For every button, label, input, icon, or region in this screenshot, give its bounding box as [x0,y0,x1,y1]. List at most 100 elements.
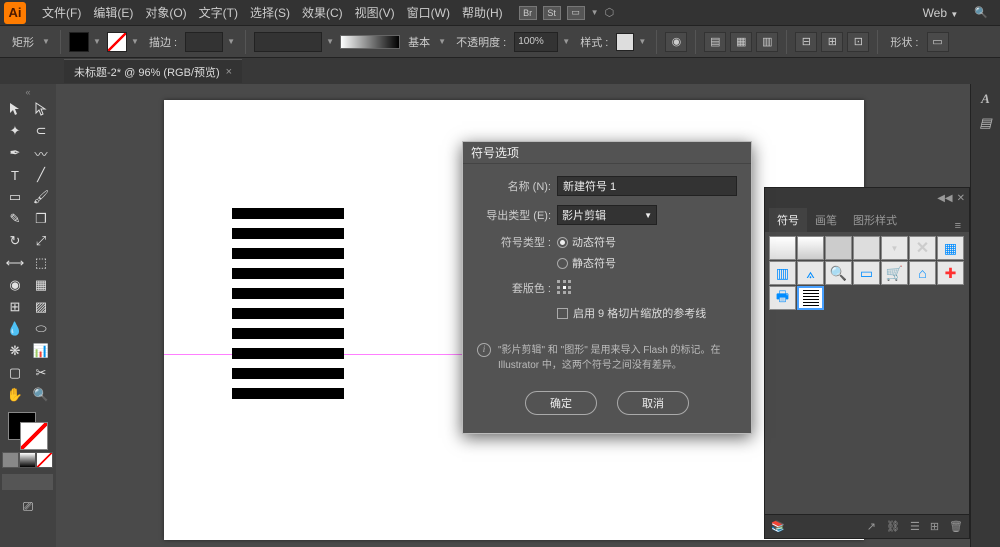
symbol-item[interactable]: ⌂ [909,261,936,285]
slice-checkbox[interactable]: 启用 9 格切片缩放的参考线 [557,305,737,321]
menu-help[interactable]: 帮助(H) [456,4,509,21]
symbol-item[interactable]: ✕ [909,236,936,260]
align-icon-6[interactable]: ⊡ [847,32,869,52]
gpu-icon[interactable]: ⬡ [605,6,615,19]
opacity-input[interactable] [514,32,558,52]
line-tool[interactable]: ╱ [28,164,54,186]
menu-type[interactable]: 文字(T) [193,4,244,21]
menu-window[interactable]: 窗口(W) [401,4,456,21]
break-link-icon[interactable]: ⛓ [886,520,900,533]
brush-preview[interactable] [340,35,400,49]
var-width-dropdown-icon[interactable]: ▼ [326,37,336,46]
arrange-dropdown-icon[interactable]: ▼ [591,8,599,17]
align-icon-1[interactable]: ▤ [704,32,726,52]
symbol-item[interactable]: 🔍 [825,261,852,285]
pen-tool[interactable]: ✒ [2,142,28,164]
graphic-style-swatch[interactable] [616,33,634,51]
tab-brushes[interactable]: 画笔 [807,208,845,232]
align-icon-3[interactable]: ▥ [756,32,778,52]
direct-selection-tool[interactable] [28,98,54,120]
symbol-item[interactable]: ▭ [853,261,880,285]
stroke-swatch[interactable] [107,32,127,52]
slice-tool[interactable]: ✂ [28,362,54,384]
selection-tool[interactable] [2,98,28,120]
eyedropper-tool[interactable]: 💧 [2,318,28,340]
menu-file[interactable]: 文件(F) [36,4,87,21]
symbol-item[interactable] [769,236,796,260]
symbol-item[interactable]: ⟑ [797,261,824,285]
libraries-panel-icon[interactable]: ▤ [974,112,998,134]
eraser-tool[interactable]: ❐ [28,208,54,230]
symbol-item[interactable]: 🛒 [881,261,908,285]
bridge-icon[interactable]: Br [519,6,537,20]
menu-view[interactable]: 视图(V) [349,4,401,21]
perspective-tool[interactable]: ▦ [28,274,54,296]
delete-symbol-icon[interactable]: 🗑 [949,520,963,533]
symbol-item[interactable]: ✚ [937,261,964,285]
graph-tool[interactable]: 📊 [28,340,54,362]
shape-dropdown-icon[interactable]: ▼ [42,37,52,46]
artwork-bars[interactable] [232,208,344,408]
align-icon-2[interactable]: ▦ [730,32,752,52]
export-type-select[interactable]: 影片剪辑▼ [557,205,657,225]
stroke-weight-dropdown-icon[interactable]: ▼ [227,37,237,46]
opacity-dropdown-icon[interactable]: ▼ [562,37,572,46]
width-tool[interactable]: ⟷ [2,252,28,274]
shaper-tool[interactable]: ✎ [2,208,28,230]
artboard-tool[interactable]: ▢ [2,362,28,384]
fill-swatch[interactable] [69,32,89,52]
workspace-label[interactable]: Web ▼ [915,6,967,20]
panel-menu-icon[interactable]: ≡ [951,220,965,232]
symbol-item-selected[interactable] [797,286,824,310]
zoom-tool[interactable]: 🔍 [28,384,54,406]
gradient-tool[interactable]: ▨ [28,296,54,318]
panel-collapse-icon[interactable]: « [2,86,54,98]
var-width-input[interactable] [254,32,322,52]
menu-edit[interactable]: 编辑(E) [87,4,139,21]
rectangle-tool[interactable]: ▭ [2,186,28,208]
search-icon[interactable]: 🔍 [966,6,996,19]
symbol-lib-icon[interactable]: 📚 [771,520,785,533]
symbol-item[interactable] [825,236,852,260]
brush-dropdown-icon[interactable]: ▼ [438,37,448,46]
symbol-sprayer-tool[interactable]: ❋ [2,340,28,362]
properties-panel-icon[interactable]: A [974,88,998,110]
draw-normal-icon[interactable] [2,474,19,490]
draw-behind-icon[interactable] [19,474,36,490]
align-icon-5[interactable]: ⊞ [821,32,843,52]
symbol-item[interactable] [797,236,824,260]
panel-close-icon[interactable]: ✕ [957,193,965,204]
lasso-tool[interactable]: ⊂ [28,120,54,142]
place-symbol-icon[interactable]: ↗ [867,520,876,533]
tab-graphic-styles[interactable]: 图形样式 [845,208,905,232]
symbol-item[interactable] [853,236,880,260]
symbol-item[interactable]: ▼ [881,236,908,260]
menu-select[interactable]: 选择(S) [244,4,296,21]
hand-tool[interactable]: ✋ [2,384,28,406]
blend-tool[interactable]: ⬭ [28,318,54,340]
menu-effect[interactable]: 效果(C) [296,4,349,21]
none-mode-icon[interactable] [36,452,53,468]
symbol-options-icon[interactable]: ☰ [910,520,920,533]
symbol-item[interactable]: ▦ [937,236,964,260]
cancel-button[interactable]: 取消 [617,391,689,415]
arrange-icon[interactable]: ▭ [567,6,585,20]
type-tool[interactable]: T [2,164,28,186]
shape-builder-tool[interactable]: ◉ [2,274,28,296]
gradient-mode-icon[interactable] [19,452,36,468]
panel-collapse-icon[interactable]: ◀◀ [937,193,952,204]
tab-symbols[interactable]: 符号 [769,208,807,232]
document-tab[interactable]: 未标题-2* @ 96% (RGB/预览) × [64,59,242,83]
stroke-weight-input[interactable] [185,32,223,52]
rotate-tool[interactable]: ↻ [2,230,28,252]
graphic-style-dropdown-icon[interactable]: ▼ [638,37,648,46]
menu-object[interactable]: 对象(O) [139,4,192,21]
free-transform-tool[interactable]: ⬚ [28,252,54,274]
tab-close-icon[interactable]: × [226,66,232,78]
magic-wand-tool[interactable]: ✦ [2,120,28,142]
mesh-tool[interactable]: ⊞ [2,296,28,318]
fill-stroke-control[interactable] [2,410,54,452]
recolor-icon[interactable]: ◉ [665,32,687,52]
registration-grid[interactable] [557,280,573,296]
curvature-tool[interactable]: 〰 [28,142,54,164]
